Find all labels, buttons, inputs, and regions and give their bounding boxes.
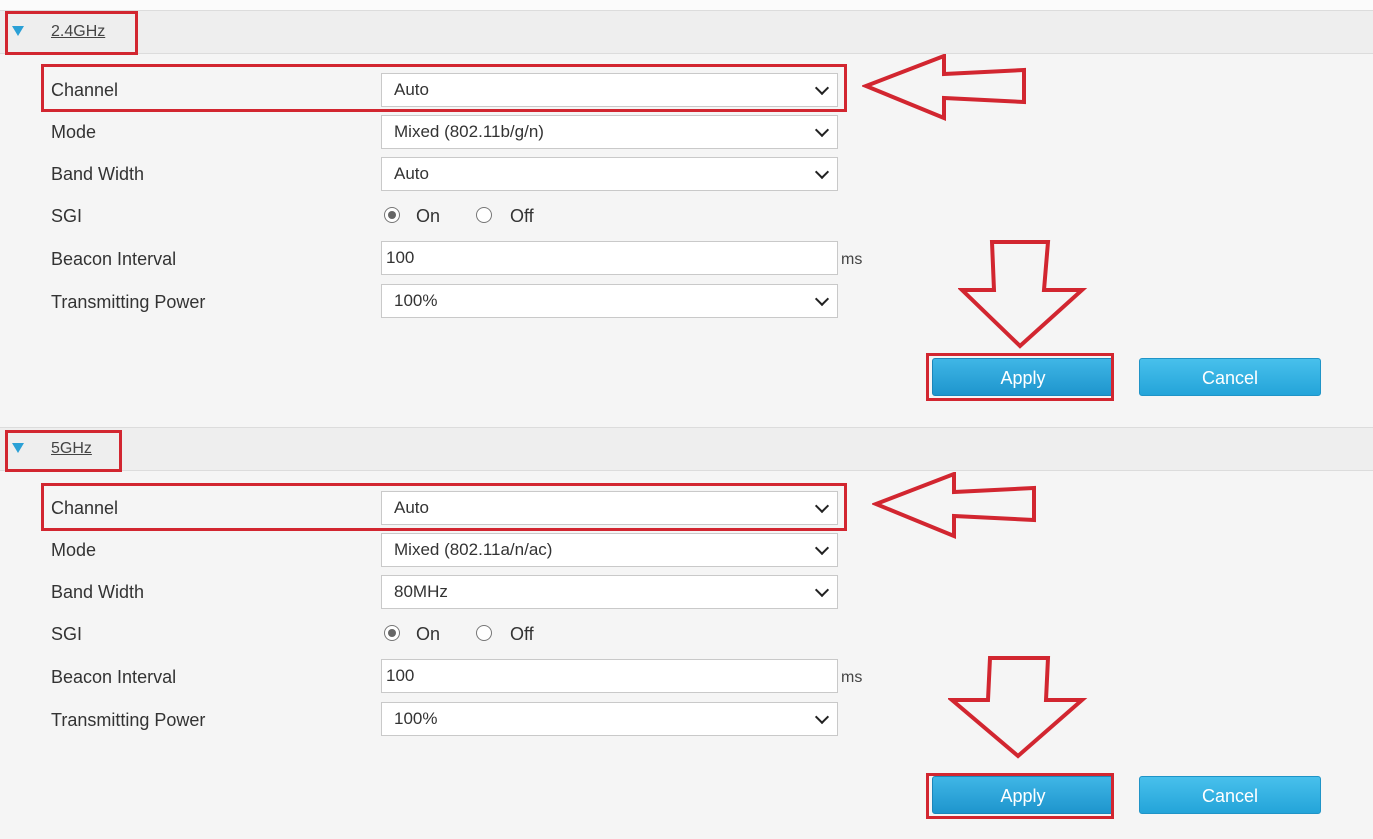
transmitting-power-value: 100%: [394, 291, 438, 310]
sgi-off-radio[interactable]: [476, 625, 492, 641]
transmitting-power-label: Transmitting Power: [51, 710, 206, 730]
band-width-value: 80MHz: [394, 582, 448, 601]
triangle-down-icon[interactable]: [12, 26, 24, 36]
chevron-down-icon: [814, 122, 830, 138]
mode-select[interactable]: Mixed (802.11a/n/ac): [381, 533, 838, 567]
chevron-down-icon: [814, 291, 830, 307]
triangle-down-icon[interactable]: [12, 443, 24, 453]
channel-value: Auto: [394, 80, 429, 99]
section-title[interactable]: 5GHz: [51, 440, 92, 458]
section-header-2-4ghz[interactable]: 2.4GHz: [0, 10, 1373, 54]
chevron-down-icon: [814, 582, 830, 598]
band-width-label: Band Width: [51, 582, 145, 602]
beacon-interval-label: Beacon Interval: [51, 667, 177, 687]
transmitting-power-value: 100%: [394, 709, 438, 728]
channel-label: Channel: [51, 498, 119, 518]
mode-label: Mode: [51, 122, 97, 142]
sgi-on-radio[interactable]: [384, 625, 400, 641]
sgi-label: SGI: [51, 624, 83, 644]
mode-value: Mixed (802.11a/n/ac): [394, 540, 553, 559]
down-arrow-icon: [948, 656, 1088, 759]
chevron-down-icon: [814, 164, 830, 180]
section-header-5ghz[interactable]: 5GHz: [0, 427, 1373, 471]
down-arrow-icon: [958, 240, 1088, 349]
channel-value: Auto: [394, 498, 429, 517]
sgi-off-label[interactable]: Off: [510, 624, 534, 645]
channel-select[interactable]: Auto: [381, 73, 838, 107]
transmitting-power-label: Transmitting Power: [51, 292, 206, 312]
channel-select[interactable]: Auto: [381, 491, 838, 525]
apply-button[interactable]: Apply: [932, 776, 1114, 814]
mode-value: Mixed (802.11b/g/n): [394, 122, 544, 141]
sgi-on-label[interactable]: On: [416, 206, 440, 227]
beacon-unit: ms: [841, 669, 863, 686]
sgi-off-radio[interactable]: [476, 207, 492, 223]
beacon-interval-input[interactable]: 100: [381, 241, 838, 275]
channel-label: Channel: [51, 80, 119, 100]
beacon-interval-label: Beacon Interval: [51, 249, 177, 269]
sgi-off-label[interactable]: Off: [510, 206, 534, 227]
beacon-unit: ms: [841, 251, 863, 268]
sgi-on-label[interactable]: On: [416, 624, 440, 645]
band-width-value: Auto: [394, 164, 429, 183]
band-width-label: Band Width: [51, 164, 145, 184]
left-arrow-icon: [862, 54, 1026, 121]
transmitting-power-select[interactable]: 100%: [381, 284, 838, 318]
beacon-interval-input[interactable]: 100: [381, 659, 838, 693]
sgi-label: SGI: [51, 206, 83, 226]
chevron-down-icon: [814, 498, 830, 514]
sgi-on-radio[interactable]: [384, 207, 400, 223]
chevron-down-icon: [814, 709, 830, 725]
chevron-down-icon: [814, 540, 830, 556]
left-arrow-icon: [872, 472, 1036, 539]
band-width-select[interactable]: 80MHz: [381, 575, 838, 609]
apply-button[interactable]: Apply: [932, 358, 1114, 396]
section-title[interactable]: 2.4GHz: [51, 23, 105, 41]
transmitting-power-select[interactable]: 100%: [381, 702, 838, 736]
chevron-down-icon: [814, 80, 830, 96]
mode-select[interactable]: Mixed (802.11b/g/n): [381, 115, 838, 149]
mode-label: Mode: [51, 540, 97, 560]
cancel-button[interactable]: Cancel: [1139, 358, 1321, 396]
band-width-select[interactable]: Auto: [381, 157, 838, 191]
cancel-button[interactable]: Cancel: [1139, 776, 1321, 814]
